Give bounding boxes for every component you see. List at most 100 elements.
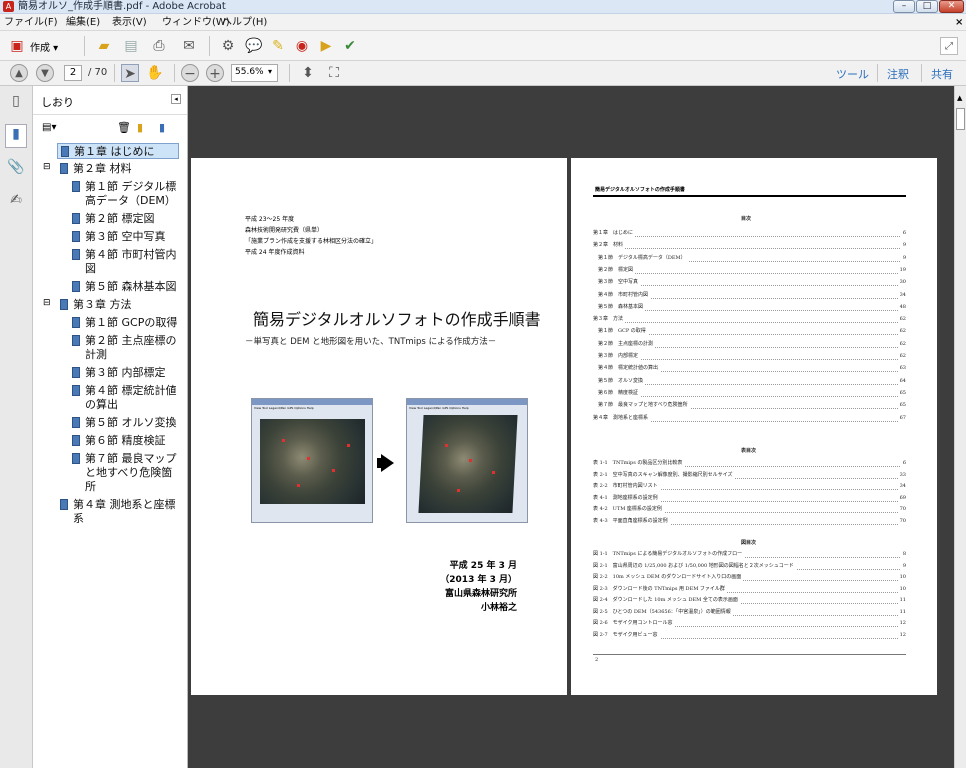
- signatures-icon[interactable]: ✍: [7, 191, 25, 209]
- toc-row[interactable]: 第１章 はじめに 6: [593, 230, 906, 237]
- zoom-select[interactable]: 55.6% ▾: [231, 64, 278, 82]
- bookmark-item[interactable]: 第４節 標定統計値 の算出: [69, 383, 179, 413]
- attachments-icon[interactable]: 📎: [7, 158, 25, 176]
- bookmark-item[interactable]: 第２節 標定図: [69, 211, 179, 227]
- select-cursor-icon[interactable]: ➤: [121, 64, 139, 82]
- toc-row[interactable]: 第１節 GCP の取得 62: [593, 328, 906, 336]
- menu-help[interactable]: ヘルプ(H): [222, 14, 267, 31]
- save-icon[interactable]: ▤: [122, 37, 140, 55]
- options-menu-icon[interactable]: ▤▾: [42, 122, 56, 133]
- menu-close-document[interactable]: ×: [955, 14, 963, 31]
- comment-bubble-icon[interactable]: 💬: [245, 37, 263, 55]
- toc-row[interactable]: 第２節 主点座標の計測 62: [593, 340, 906, 348]
- bookmark-item[interactable]: 第３節 内部標定: [69, 365, 179, 381]
- bookmark-item[interactable]: 第１節 GCPの取得: [69, 315, 179, 331]
- toc-row[interactable]: 第５節 森林基本図 48: [593, 303, 906, 311]
- toc-row[interactable]: 第５節 オルソ変換 64: [593, 377, 906, 385]
- toc-row[interactable]: 第１節 デジタル標高データ（DEM） 9: [593, 254, 906, 262]
- table-entry-row[interactable]: 表 4-1 測地座標系の設定例 69: [593, 494, 906, 502]
- panel-collapse-icon[interactable]: ◂: [171, 94, 181, 104]
- table-entry-row[interactable]: 表 4-3 平面直角座標系の設定例 70: [593, 517, 906, 525]
- bookmark-item[interactable]: 第７節 最良マップ と地すべり危険箇所: [69, 451, 179, 495]
- previous-page-icon[interactable]: ▲: [10, 64, 28, 82]
- bookmark-item[interactable]: 第３節 空中写真: [69, 229, 179, 245]
- figure-entry-row[interactable]: 図 2-6 モザイク用コントロール窓 12: [593, 620, 906, 627]
- share-tab[interactable]: 共有: [931, 66, 953, 82]
- minimize-button[interactable]: –: [893, 0, 915, 13]
- bookmark-item[interactable]: 第６節 精度検証: [69, 433, 179, 449]
- bookmark-item[interactable]: 第５節 オルソ変換: [69, 415, 179, 431]
- bookmarks-icon[interactable]: ▮: [5, 124, 27, 148]
- bookmark-item[interactable]: 第１章 はじめに: [57, 143, 179, 159]
- collapse-toggle-icon[interactable]: ⊟: [43, 162, 51, 172]
- bookmark-label: 第７節 最良マップ: [85, 452, 177, 465]
- tools-tab[interactable]: ツール: [836, 66, 869, 82]
- new-bookmark-icon[interactable]: ▮: [137, 121, 143, 134]
- bookmark-item[interactable]: 第４節 市町村管内図: [69, 247, 179, 277]
- highlight-icon[interactable]: ✎: [269, 37, 287, 55]
- export-icon[interactable]: ▶: [317, 37, 335, 55]
- scroll-up-icon[interactable]: ▲: [957, 94, 962, 102]
- window-title: 簡易オルソ_作成手順書.pdf - Adobe Acrobat: [18, 1, 226, 12]
- page-thumbnails-icon[interactable]: ▯: [7, 92, 25, 110]
- expand-bookmark-icon[interactable]: ▮: [159, 121, 165, 134]
- open-folder-icon[interactable]: ▰: [95, 37, 113, 55]
- figure-entry-row[interactable]: 図 2-1 富山県周辺の 1/25,000 および 1/50,000 地形図の図…: [593, 562, 906, 570]
- toc-title: 第７節 最良マップと地すべり危険箇所: [593, 402, 690, 410]
- bookmark-item[interactable]: 第５節 森林基本図: [69, 279, 179, 295]
- vertical-scrollbar[interactable]: ▲: [954, 86, 966, 768]
- email-icon[interactable]: ✉: [180, 37, 198, 55]
- menu-edit[interactable]: 編集(E): [66, 14, 100, 31]
- hand-tool-icon[interactable]: ✋: [146, 64, 164, 82]
- figure-entry-row[interactable]: 図 2-3 ダウンロード後の TNTmips 用 DEM ファイル群 10: [593, 585, 906, 593]
- zoom-in-icon[interactable]: +: [206, 64, 224, 82]
- collapse-toggle-icon[interactable]: ⊟: [43, 298, 51, 308]
- review-icon[interactable]: ◉: [293, 37, 311, 55]
- toc-row[interactable]: 第４節 市町村管内図 34: [593, 291, 906, 299]
- fullscreen-icon[interactable]: ⛶: [325, 64, 343, 82]
- settings-gear-icon[interactable]: ⚙: [219, 37, 237, 55]
- toc-row[interactable]: 第７節 最良マップと地すべり危険箇所 65: [593, 402, 906, 410]
- figure-entry-row[interactable]: 図 2-7 モザイク用ビュー窓 12: [593, 631, 906, 639]
- figure-entry-row[interactable]: 図 2-5 ひとつの DEM（543656：「中宮温泉」）の範囲情報 11: [593, 608, 906, 616]
- figure-entry-row[interactable]: 図 2-2 10m メッシュ DEM のダウンロードサイト入り口の画面 10: [593, 574, 906, 581]
- figure-entry-row[interactable]: 図 1-1 TNTmips による簡易デジタルオルソフォトの作成フロー 8: [593, 551, 906, 558]
- fit-page-icon[interactable]: ⬍: [299, 64, 317, 82]
- bookmark-item[interactable]: 第１節 デジタル標 高データ（DEM）: [69, 179, 179, 209]
- toc-row[interactable]: 第３節 内部標定 62: [593, 353, 906, 360]
- toc-row[interactable]: 第２節 標定図 19: [593, 266, 906, 274]
- toc-row[interactable]: 第４章 測地系と座標系 67: [593, 414, 906, 422]
- bookmark-item[interactable]: 第４章 測地系と座標系: [57, 497, 179, 527]
- maximize-button[interactable]: □: [916, 0, 938, 13]
- menu-window[interactable]: ウィンドウ(W): [162, 14, 230, 31]
- bookmark-item[interactable]: 第３章 方法: [57, 297, 179, 313]
- toc-row[interactable]: 第２章 材料 9: [593, 242, 906, 250]
- create-pdf-icon[interactable]: ▣: [8, 37, 26, 55]
- table-entry-row[interactable]: 表 2-1 空中写真のスキャン解像度別、撮影縮尺別セルサイズ 33: [593, 471, 906, 479]
- next-page-icon[interactable]: ▼: [36, 64, 54, 82]
- table-entry-row[interactable]: 表 2-2 市町村管内図リスト 34: [593, 483, 906, 490]
- page-number-input[interactable]: 2: [64, 65, 82, 81]
- print-icon[interactable]: ⎙: [150, 37, 168, 55]
- toc-row[interactable]: 第４節 標定統計値の算出 63: [593, 365, 906, 373]
- figure-entry-row[interactable]: 図 2-4 ダウンロードした 10m メッシュ DEM 全ての表示画面 11: [593, 597, 906, 604]
- close-window-button[interactable]: ✕: [939, 0, 964, 13]
- sign-icon[interactable]: ✔: [341, 37, 359, 55]
- menu-file[interactable]: ファイル(F): [4, 14, 58, 31]
- menu-view[interactable]: 表示(V): [112, 14, 147, 31]
- toc-row[interactable]: 第３章 方法 62: [593, 316, 906, 324]
- zoom-out-icon[interactable]: −: [181, 64, 199, 82]
- create-button[interactable]: 作成 ▾: [30, 39, 58, 54]
- bookmark-label: 第３節 空中写真: [85, 230, 166, 243]
- toc-row[interactable]: 第３節 空中写真 30: [593, 279, 906, 287]
- bookmark-item[interactable]: 第２節 主点座標の 計測: [69, 333, 179, 363]
- delete-bookmark-icon[interactable]: 🗑: [117, 121, 131, 134]
- table-entry-row[interactable]: 表 1-1 TNTmips の製品区分別比較表 6: [593, 460, 906, 467]
- comment-tab[interactable]: 注釈: [887, 66, 909, 82]
- scroll-thumb[interactable]: [956, 108, 965, 130]
- bookmark-label: 第２節 主点座標の: [85, 334, 177, 347]
- toc-row[interactable]: 第６節 精度検証 65: [593, 389, 906, 397]
- expand-toolbar-icon[interactable]: ⤢: [940, 37, 958, 55]
- bookmark-item[interactable]: 第２章 材料: [57, 161, 179, 177]
- table-entry-row[interactable]: 表 4-2 UTM 座標系の設定例 70: [593, 506, 906, 513]
